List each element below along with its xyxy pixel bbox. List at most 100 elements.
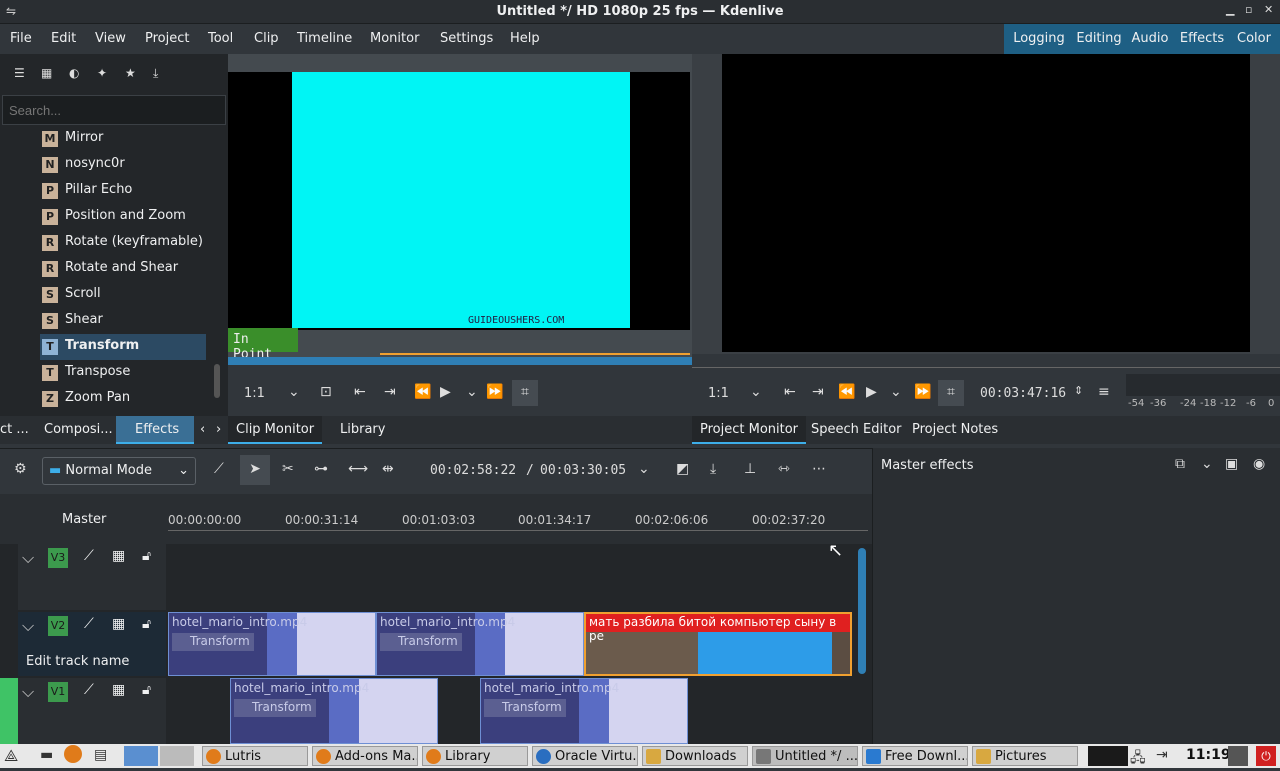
effect-item[interactable]: P Position and Zoom: [40, 204, 206, 230]
task-downloads[interactable]: Downloads: [642, 746, 748, 766]
forward-icon[interactable]: ⏩: [486, 384, 503, 400]
power-icon[interactable]: ⏻: [1256, 746, 1276, 766]
timeline-clip[interactable]: hotel_mario_intro.mp4 Transform: [480, 678, 688, 744]
spacer-tool-icon[interactable]: ⊶: [314, 461, 328, 477]
lift-icon[interactable]: ⋯: [812, 461, 826, 477]
chevron-down-icon[interactable]: ⌄: [750, 384, 762, 400]
custom-icon[interactable]: ✦: [97, 66, 107, 80]
lock-icon[interactable]: 🔓︎: [142, 682, 151, 698]
task-lutris[interactable]: Lutris: [202, 746, 308, 766]
workspace-1-icon[interactable]: [124, 746, 158, 766]
task-addons[interactable]: Add-ons Ma...: [312, 746, 418, 766]
collapse-icon[interactable]: ⌵: [22, 682, 34, 702]
menu-icon[interactable]: ≡: [1098, 384, 1110, 400]
edit-track-name[interactable]: Edit track name: [26, 654, 129, 669]
favorite-icon[interactable]: ★: [125, 66, 136, 80]
effects-icon[interactable]: ⟋: [84, 616, 94, 632]
show-desktop-icon[interactable]: ▬: [40, 747, 53, 763]
tab-compositions[interactable]: Composi...: [44, 422, 113, 437]
tab-project-notes[interactable]: Project Notes: [912, 422, 998, 437]
track-badge[interactable]: V2: [48, 616, 68, 636]
rewind-icon[interactable]: ⏪: [838, 384, 855, 400]
zone-icon[interactable]: ◩: [676, 461, 689, 477]
effect-item[interactable]: P Pillar Echo: [40, 178, 206, 204]
menu-project[interactable]: Project: [145, 31, 189, 46]
slip-tool-icon[interactable]: ⇹: [382, 461, 394, 477]
extract-icon[interactable]: ⇿: [778, 461, 790, 477]
menu-timeline[interactable]: Timeline: [297, 31, 352, 46]
ripple-tool-icon[interactable]: ⟷: [348, 461, 368, 477]
track-header-v2[interactable]: ⌵ V2 ⟋ ▦ 🔓︎ Edit track name: [18, 612, 166, 676]
set-out-icon[interactable]: ⇥: [384, 384, 396, 400]
task-oracle-virtualbox[interactable]: Oracle Virtu...: [532, 746, 638, 766]
insert-icon[interactable]: ⤓: [710, 461, 716, 477]
set-out-icon[interactable]: ⇥: [812, 384, 824, 400]
effects-icon[interactable]: ⟋: [84, 682, 94, 698]
effect-item-selected[interactable]: T Transform: [40, 334, 206, 360]
timeline-clip[interactable]: hotel_mario_intro.mp4 Transform: [376, 612, 584, 676]
maximize-icon[interactable]: ▫: [1245, 3, 1252, 16]
project-ruler[interactable]: [692, 354, 1280, 368]
lock-icon[interactable]: 🔓︎: [142, 548, 151, 564]
tab-effects[interactable]: Effects: [116, 416, 194, 444]
firefox-icon[interactable]: [64, 745, 82, 763]
timeline-clip[interactable]: hotel_mario_intro.mp4 Transform: [230, 678, 438, 744]
eye-icon[interactable]: ◉: [1253, 456, 1265, 472]
menu-file[interactable]: File: [10, 31, 32, 46]
audio-icon[interactable]: ◐: [69, 66, 79, 80]
timeline-clip-selected[interactable]: мать разбила битой компьютер сыну в ре: [584, 612, 852, 676]
effect-item[interactable]: R Rotate and Shear: [40, 256, 206, 282]
workspace-2-icon[interactable]: [160, 746, 194, 766]
film-icon[interactable]: ▦: [112, 548, 125, 564]
timeline-ruler[interactable]: Master 00:00:00:00 00:00:31:14 00:01:03:…: [0, 494, 872, 544]
film-icon[interactable]: ▦: [112, 682, 125, 698]
menu-view[interactable]: View: [95, 31, 126, 46]
search-input[interactable]: [2, 95, 226, 125]
track-header-v3[interactable]: ⌵ V3 ⟋ ▦ 🔓︎: [18, 544, 166, 610]
menu-tool[interactable]: Tool: [208, 31, 233, 46]
workspace-audio[interactable]: Audio: [1124, 24, 1176, 54]
minimize-icon[interactable]: ▁: [1226, 3, 1234, 16]
spin-icon[interactable]: ⇕: [1074, 384, 1083, 397]
track-badge[interactable]: V3: [48, 548, 68, 568]
collapse-icon[interactable]: ⌵: [22, 548, 34, 568]
clip-effect-badge[interactable]: Transform: [484, 699, 566, 717]
play-options-icon[interactable]: ⌄: [890, 384, 902, 400]
task-library[interactable]: Library: [422, 746, 528, 766]
track-badge[interactable]: V1: [48, 682, 68, 702]
menu-edit[interactable]: Edit: [51, 31, 76, 46]
clip-timeline-bar[interactable]: [228, 357, 692, 365]
effect-item[interactable]: S Shear: [40, 308, 206, 334]
play-options-icon[interactable]: ⌄: [466, 384, 478, 400]
crop-icon[interactable]: ⌗: [512, 380, 538, 406]
tab-transitions[interactable]: ct ...: [0, 422, 29, 437]
workspace-effects[interactable]: Effects: [1176, 24, 1228, 54]
workspace-color[interactable]: Color: [1228, 24, 1280, 54]
chevron-down-icon[interactable]: ⌄: [1201, 456, 1213, 472]
tab-scroll-right-icon[interactable]: ›: [216, 422, 221, 437]
network-icon[interactable]: 🖧︎: [1130, 747, 1146, 771]
task-pictures[interactable]: Pictures: [972, 746, 1078, 766]
tab-speech-editor[interactable]: Speech Editor: [811, 422, 902, 437]
tab-library[interactable]: Library: [340, 422, 385, 437]
menu-clip[interactable]: Clip: [254, 31, 279, 46]
task-kdenlive[interactable]: Untitled */ ...: [752, 746, 858, 766]
video-icon[interactable]: ▦: [41, 66, 52, 80]
clip-effect-badge[interactable]: Transform: [172, 633, 254, 651]
select-tool-icon[interactable]: ➤: [240, 455, 270, 485]
files-icon[interactable]: ▤: [94, 747, 107, 763]
download-icon[interactable]: ⤓: [153, 66, 158, 81]
workspace-logging[interactable]: Logging: [1004, 24, 1074, 54]
track-header-v1[interactable]: ⌵ V1 ⟋ ▦ 🔓︎: [18, 678, 166, 744]
effect-item[interactable]: R Rotate (keyframable): [40, 230, 206, 256]
list-icon[interactable]: ☰: [14, 66, 25, 80]
task-free-download[interactable]: Free Downl...: [862, 746, 968, 766]
razor-spacer-icon[interactable]: ⟋: [214, 461, 224, 477]
clip-effect-badge[interactable]: Transform: [234, 699, 316, 717]
fullscreen-icon[interactable]: ⊡: [320, 384, 332, 400]
effects-scrollbar[interactable]: [214, 364, 220, 398]
set-in-icon[interactable]: ⇤: [354, 384, 366, 400]
effects-icon[interactable]: ⟋: [84, 548, 94, 564]
film-icon[interactable]: ▦: [112, 616, 125, 632]
effect-item[interactable]: T Transpose: [40, 360, 206, 386]
